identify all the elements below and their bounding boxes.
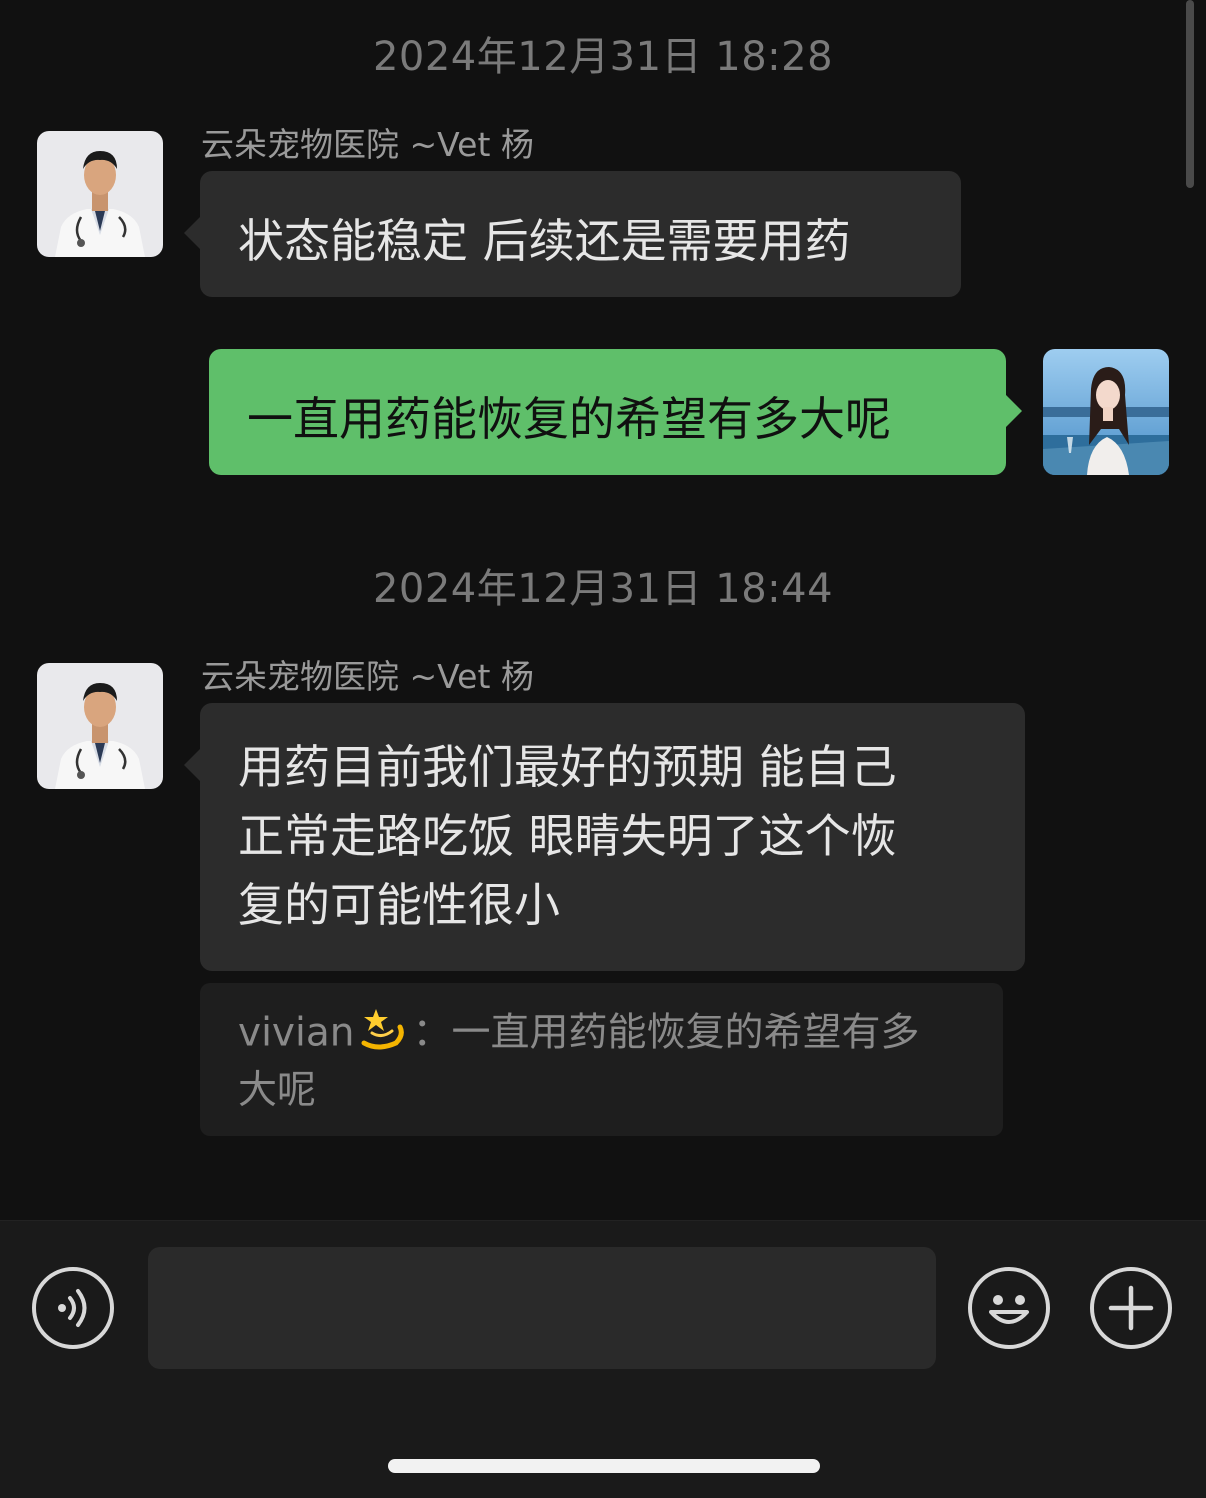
doctor-avatar-icon <box>37 131 163 257</box>
plus-icon <box>1108 1285 1154 1331</box>
message-line: 正常走路吃饭 眼睛失明了这个恢 <box>238 809 897 863</box>
quote-line-1: vivian ：一直用药能恢复的希望有多 <box>238 1005 965 1065</box>
sender-name: 云朵宠物医院 ~Vet 杨 <box>201 125 534 164</box>
voice-icon <box>58 1289 87 1327</box>
message-bubble-incoming[interactable]: 状态能稳定 后续还是需要用药 <box>184 171 961 297</box>
message-line: 用药目前我们最好的预期 能自己 <box>238 740 897 794</box>
contact-avatar[interactable] <box>37 663 163 789</box>
quote-text: 一直用药能恢复的希望有多 <box>451 1010 920 1056</box>
chat-screen: 2024年12月31日 18:28 云朵宠物医院 ~Vet 杨 状态能稳定 后续… <box>0 0 1206 1498</box>
quote-line-2: 大呢 <box>238 1068 317 1113</box>
voice-button[interactable] <box>32 1267 114 1349</box>
emoji-face-icon <box>989 1295 1029 1324</box>
message-bubble-outgoing[interactable]: 一直用药能恢复的希望有多大呢 <box>209 349 1022 475</box>
my-avatar[interactable] <box>1043 349 1169 475</box>
message-text: 一直用药能恢复的希望有多大呢 <box>247 392 891 446</box>
message-line: 复的可能性很小 <box>238 878 560 932</box>
doctor-avatar-icon <box>37 663 163 789</box>
sender-name: 云朵宠物医院 ~Vet 杨 <box>201 657 534 696</box>
timestamp: 2024年12月31日 18:44 <box>372 566 834 612</box>
message-bubble-incoming[interactable]: 用药目前我们最好的预期 能自己 正常走路吃饭 眼睛失明了这个恢 复的可能性很小 <box>184 703 1025 971</box>
input-bar <box>0 1220 1206 1498</box>
home-indicator[interactable] <box>388 1459 820 1473</box>
quote-author: vivian <box>238 1010 355 1056</box>
message-input[interactable] <box>148 1247 936 1369</box>
user-photo-avatar-icon <box>1043 349 1169 475</box>
emoji-button[interactable] <box>968 1267 1050 1349</box>
message-text: 状态能稳定 后续还是需要用药 <box>238 214 851 268</box>
quote-separator: ： <box>412 1010 452 1056</box>
timestamp: 2024年12月31日 18:28 <box>372 34 834 80</box>
quoted-message[interactable]: vivian ：一直用药能恢复的希望有多 大呢 <box>200 983 1003 1136</box>
more-button[interactable] <box>1090 1267 1172 1349</box>
contact-avatar[interactable] <box>37 131 163 257</box>
dizzy-star-emoji-icon <box>358 1005 408 1065</box>
